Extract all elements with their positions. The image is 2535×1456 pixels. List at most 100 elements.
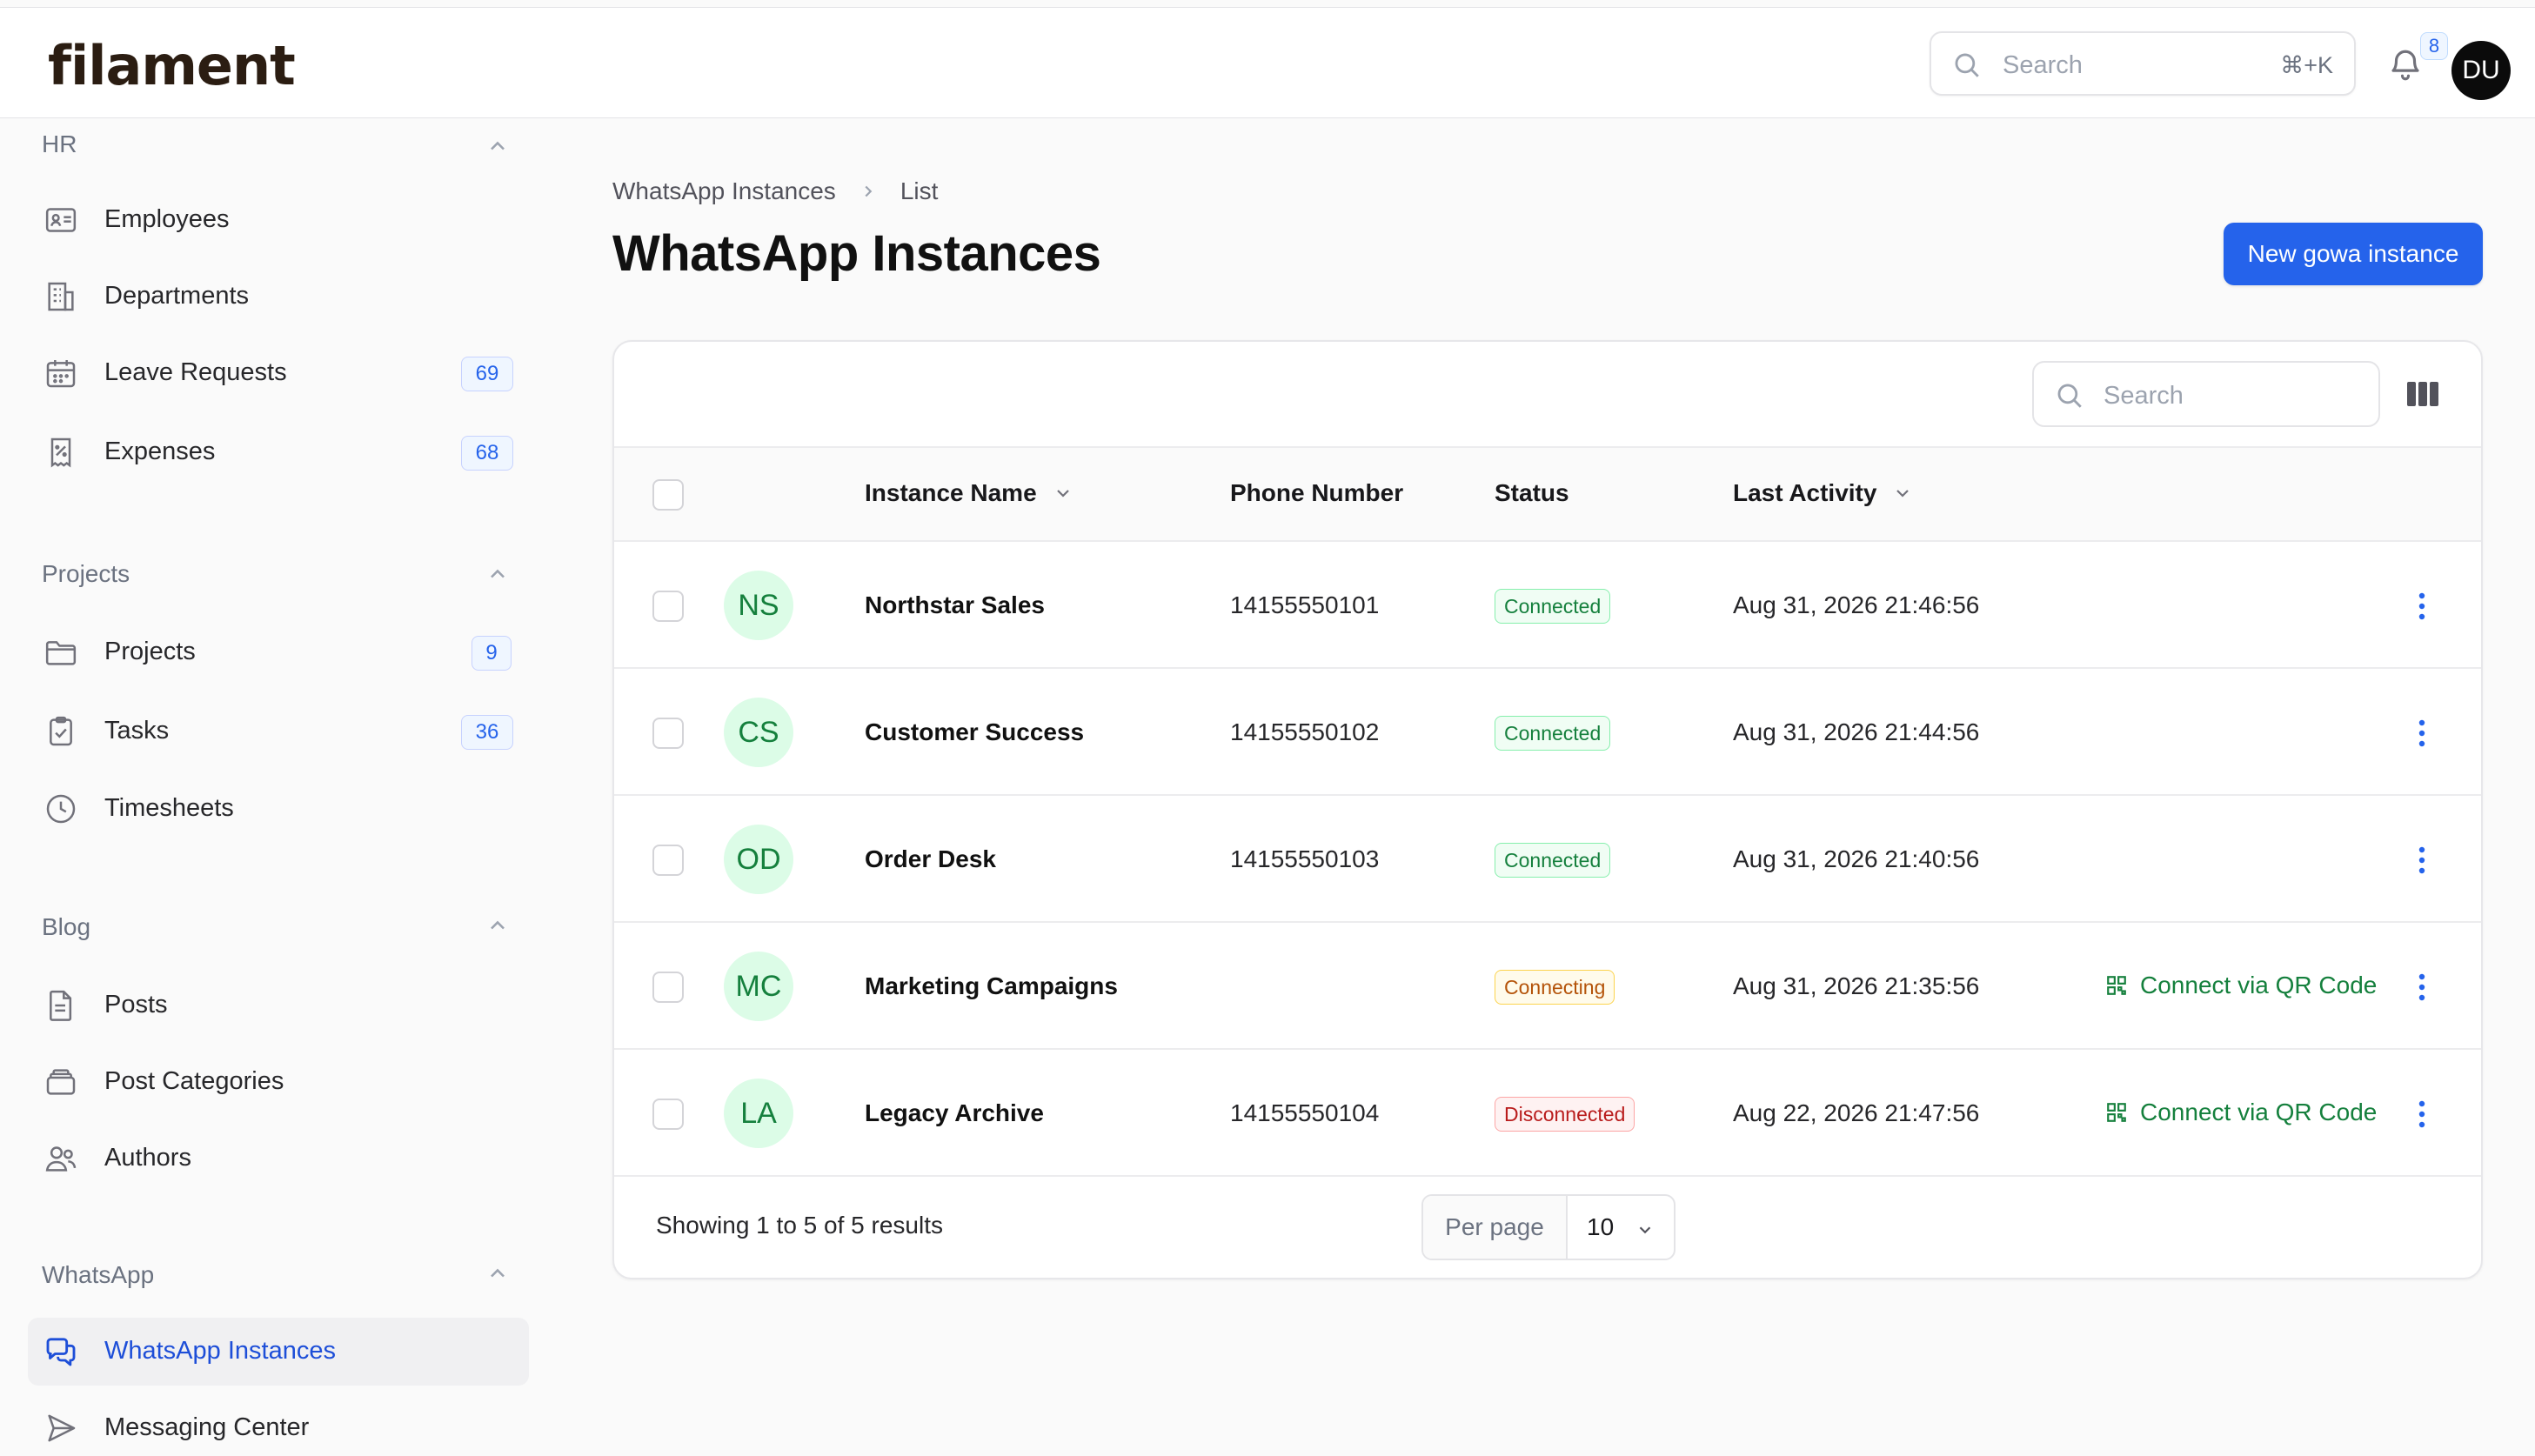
qr-code-icon	[2105, 974, 2140, 997]
instance-name: Marketing Campaigns	[865, 972, 1118, 999]
sidebar-item-leave-requests[interactable]: Leave Requests 69	[28, 339, 529, 407]
instances-table-card: Search Instance Name Phone Number Status…	[612, 340, 2483, 1279]
last-activity: Aug 31, 2026 21:40:56	[1733, 845, 1980, 872]
notification-count-badge: 8	[2420, 32, 2448, 60]
bell-icon[interactable]	[2387, 46, 2424, 84]
column-header-phone-number: Phone Number	[1230, 479, 1403, 507]
chevron-up-icon[interactable]	[485, 913, 510, 938]
select-all-checkbox[interactable]	[652, 479, 684, 511]
sidebar-item-post-categories[interactable]: Post Categories	[28, 1048, 529, 1116]
sidebar-item-authors[interactable]: Authors	[28, 1125, 529, 1192]
table-row[interactable]: CS Customer Success 14155550102 Connecte…	[614, 669, 2481, 796]
sidebar-group-blog-title[interactable]: Blog	[42, 913, 90, 941]
table-search-input[interactable]: Search	[2032, 361, 2380, 427]
sidebar-item-expenses[interactable]: Expenses 68	[28, 418, 529, 486]
sidebar-group-whatsapp-title[interactable]: WhatsApp	[42, 1261, 154, 1289]
more-actions-icon[interactable]	[2417, 716, 2427, 751]
table-row[interactable]: OD Order Desk 14155550103 Connected Aug …	[614, 796, 2481, 923]
column-header-status: Status	[1495, 479, 1569, 507]
per-page-select[interactable]: Per page 10	[1421, 1194, 1676, 1260]
count-badge: 69	[461, 357, 513, 391]
table-row[interactable]: NS Northstar Sales 14155550101 Connected…	[614, 542, 2481, 669]
instance-name: Legacy Archive	[865, 1099, 1044, 1126]
sidebar-group-hr-title[interactable]: HR	[42, 130, 77, 158]
avatar: NS	[724, 571, 793, 640]
avatar: LA	[724, 1079, 793, 1148]
table-row[interactable]: MC Marketing Campaigns Connecting Aug 31…	[614, 923, 2481, 1050]
status-badge: Connected	[1495, 843, 1611, 878]
sidebar-item-label: Employees	[104, 205, 230, 233]
chevron-up-icon[interactable]	[485, 134, 510, 158]
paper-airplane-icon	[42, 1411, 80, 1446]
column-label: Instance Name	[865, 479, 1037, 506]
column-header-last-activity[interactable]: Last Activity	[1733, 479, 1913, 507]
new-instance-button[interactable]: New gowa instance	[2224, 223, 2483, 285]
more-actions-icon[interactable]	[2417, 970, 2427, 1005]
sidebar-group-projects-title[interactable]: Projects	[42, 560, 130, 588]
more-actions-icon[interactable]	[2417, 843, 2427, 878]
sidebar-item-whatsapp-instances[interactable]: WhatsApp Instances	[28, 1318, 529, 1386]
top-bar: filament Search ⌘+K 8 DU	[0, 7, 2535, 118]
columns-toggle-icon[interactable]	[2406, 380, 2439, 408]
sidebar-item-projects[interactable]: Projects 9	[28, 618, 529, 686]
breadcrumb-parent-link[interactable]: WhatsApp Instances	[612, 177, 836, 205]
phone-number: 14155550101	[1230, 591, 1380, 618]
column-label: Last Activity	[1733, 479, 1877, 506]
table-header: Instance Name Phone Number Status Last A…	[614, 446, 2481, 542]
sidebar-item-posts[interactable]: Posts	[28, 972, 529, 1039]
row-checkbox[interactable]	[652, 718, 684, 749]
app-logo[interactable]: filament	[48, 34, 296, 97]
count-badge: 36	[461, 715, 513, 750]
sidebar-item-messaging-center[interactable]: Messaging Center	[28, 1394, 529, 1456]
more-actions-icon[interactable]	[2417, 1097, 2427, 1132]
phone-number: 14155550103	[1230, 845, 1380, 872]
status-badge: Connected	[1495, 716, 1611, 751]
avatar: OD	[724, 825, 793, 894]
chat-bubbles-icon	[42, 1334, 80, 1369]
chevron-down-icon	[1037, 483, 1074, 504]
sidebar-item-label: Timesheets	[104, 794, 234, 822]
row-checkbox[interactable]	[652, 845, 684, 876]
chevron-up-icon[interactable]	[485, 562, 510, 586]
row-checkbox[interactable]	[652, 972, 684, 1003]
calendar-icon	[42, 356, 80, 391]
page-title: WhatsApp Instances	[612, 225, 1101, 282]
avatar: CS	[724, 698, 793, 767]
sidebar-item-label: Authors	[104, 1144, 191, 1172]
column-label: Phone Number	[1230, 479, 1404, 506]
last-activity: Aug 22, 2026 21:47:56	[1733, 1099, 1980, 1126]
table-row[interactable]: LA Legacy Archive 14155550104 Disconnect…	[614, 1050, 2481, 1177]
instance-name: Order Desk	[865, 845, 996, 872]
sidebar-item-tasks[interactable]: Tasks 36	[28, 698, 529, 765]
chevron-up-icon[interactable]	[485, 1261, 510, 1286]
sidebar-item-label: Posts	[104, 991, 168, 1019]
status-badge: Disconnected	[1495, 1097, 1635, 1132]
qr-code-icon	[2105, 1101, 2140, 1124]
per-page-label: Per page	[1423, 1196, 1568, 1259]
last-activity: Aug 31, 2026 21:44:56	[1733, 718, 1980, 745]
column-header-instance-name[interactable]: Instance Name	[865, 479, 1074, 507]
connect-qr-link[interactable]: Connect via QR Code	[2105, 1099, 2377, 1126]
more-actions-icon[interactable]	[2417, 589, 2427, 624]
instance-name: Customer Success	[865, 718, 1085, 745]
sidebar-item-employees[interactable]: Employees	[28, 186, 529, 254]
clock-icon	[42, 791, 80, 826]
row-checkbox[interactable]	[652, 591, 684, 622]
sidebar-item-timesheets[interactable]: Timesheets	[28, 775, 529, 843]
connect-qr-label: Connect via QR Code	[2140, 972, 2378, 998]
sidebar-item-departments[interactable]: Departments	[28, 263, 529, 331]
user-avatar[interactable]: DU	[2451, 41, 2511, 100]
connect-qr-link[interactable]: Connect via QR Code	[2105, 972, 2377, 999]
breadcrumb-current: List	[900, 177, 939, 204]
phone-number: 14155550102	[1230, 718, 1380, 745]
document-icon	[42, 988, 80, 1023]
table-search-placeholder: Search	[2104, 382, 2184, 410]
count-badge: 68	[461, 436, 513, 471]
sidebar-item-label: Leave Requests	[104, 358, 287, 386]
receipt-percent-icon	[42, 435, 80, 470]
global-search-input[interactable]: Search ⌘+K	[1930, 31, 2356, 96]
connect-qr-label: Connect via QR Code	[2140, 1099, 2378, 1125]
status-badge: Connected	[1495, 589, 1611, 624]
search-icon	[1952, 50, 1982, 80]
row-checkbox[interactable]	[652, 1099, 684, 1130]
